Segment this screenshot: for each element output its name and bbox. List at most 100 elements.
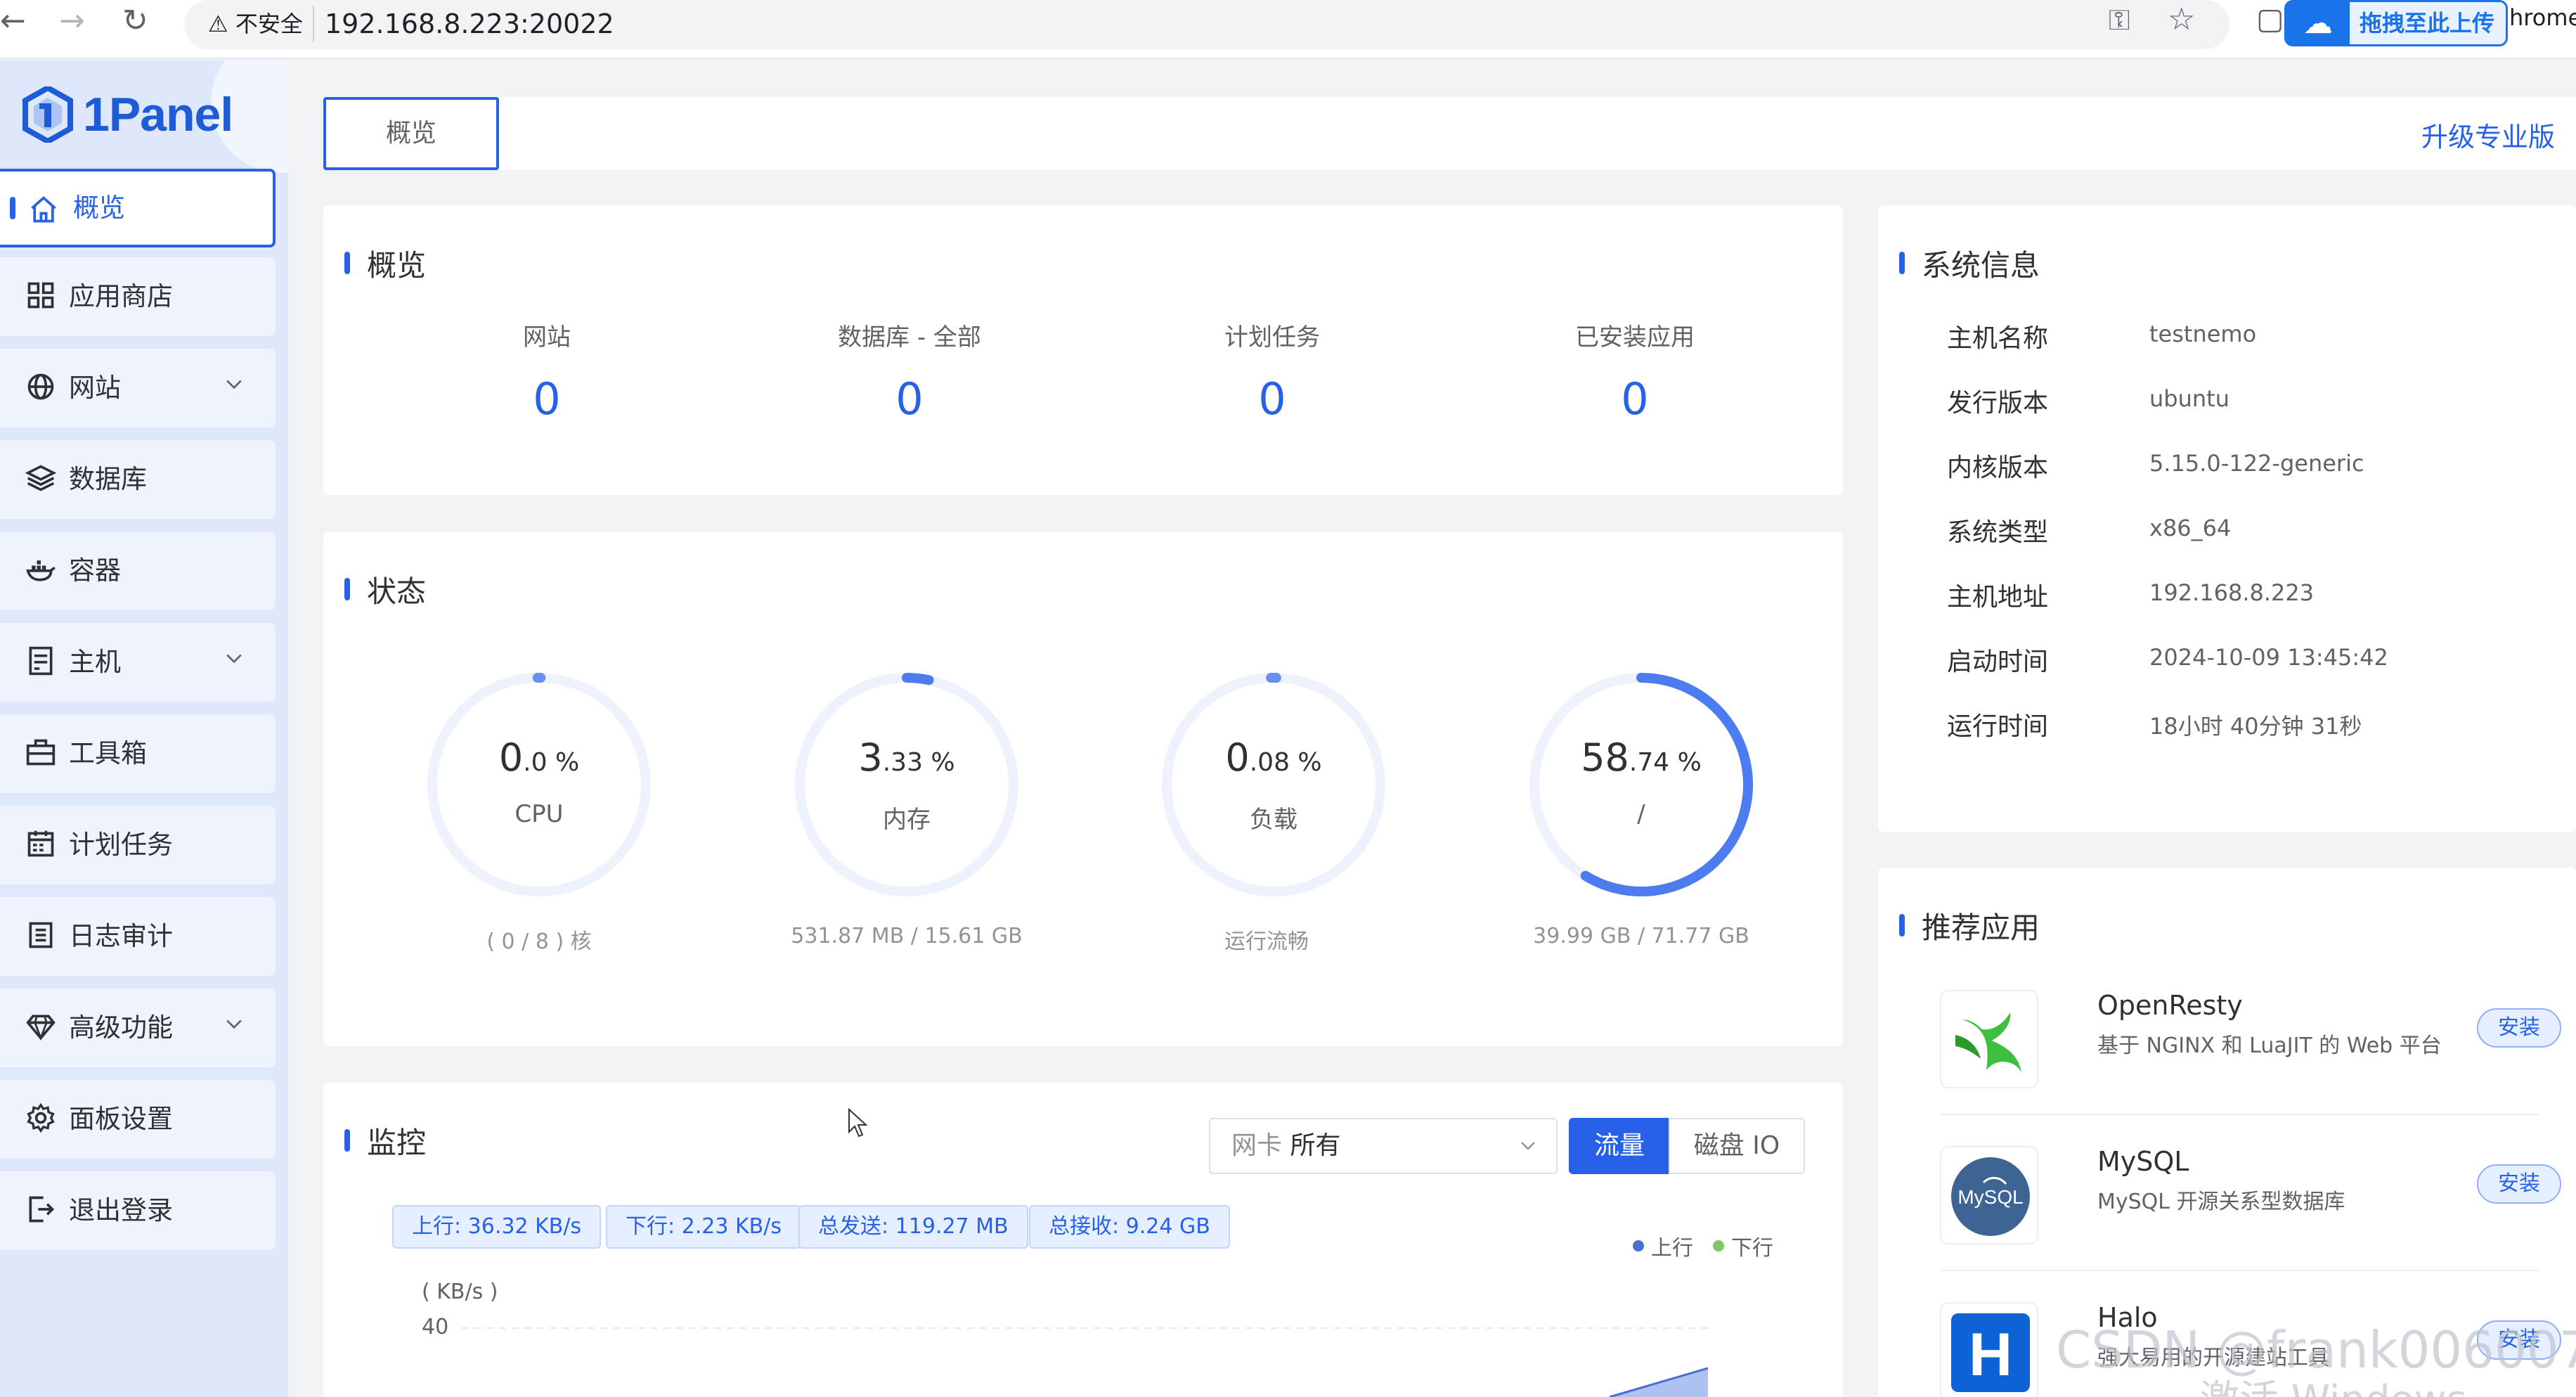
stat-label: 网站 — [523, 323, 571, 352]
info-row-hostname: 主机名称 testnemo — [1947, 318, 2256, 354]
sidebar-item-host[interactable]: 主机 — [0, 623, 276, 702]
logo-icon — [22, 86, 73, 143]
info-label: 主机名称 — [1947, 324, 2049, 353]
security-indicator[interactable]: ⚠ 不安全 — [198, 6, 314, 42]
info-value: testnemo — [2149, 321, 2257, 347]
gauge-memory[interactable]: 3.33 % 内存 — [787, 665, 1026, 904]
info-label: 系统类型 — [1947, 518, 2049, 547]
stat-label: 数据库 - 全部 — [838, 323, 981, 352]
sidebar-item-cron[interactable]: 计划任务 — [0, 806, 276, 884]
windows-activation-watermark: 激活 Windows — [2200, 1368, 2467, 1397]
back-arrow-icon[interactable]: ← — [0, 3, 26, 39]
browser-toolbar: ← → ↻ ⚠ 不安全 192.168.8.223:20022 ⚿ ☆ ▢ ☁ … — [0, 0, 2576, 59]
upload-label: 拖拽至此上传 — [2360, 10, 2495, 37]
gauge-track — [1162, 673, 1385, 896]
sidebar-item-logs[interactable]: 日志审计 — [0, 897, 276, 976]
system-info-card: 系统信息 主机名称 testnemo 发行版本 ubuntu 内核版本 5.15.0-… — [1878, 205, 2576, 832]
docker-icon — [26, 560, 56, 581]
gauge-value: 3.33 % — [858, 735, 955, 780]
sidebar-item-logout[interactable]: 退出登录 — [0, 1171, 276, 1250]
sidebar-item-databases[interactable]: 数据库 — [0, 440, 276, 519]
app-name: MySQL — [2097, 1146, 2189, 1177]
gauge-track — [427, 673, 651, 896]
layers-icon — [25, 465, 56, 491]
stat-label: 计划任务 — [1224, 323, 1320, 352]
mouse-cursor-icon — [848, 1108, 868, 1138]
url-text[interactable]: 192.168.8.223:20022 — [325, 3, 614, 45]
chevron-down-icon — [226, 654, 242, 664]
gauge-label: / — [1637, 800, 1645, 828]
forward-arrow-icon[interactable]: → — [59, 3, 85, 39]
info-value: 2024-10-09 13:45:42 — [2149, 644, 2388, 671]
star-icon[interactable]: ☆ — [2168, 1, 2195, 37]
tab-bar: 概览 — [323, 97, 2576, 170]
sidebar-item-toolbox[interactable]: 工具箱 — [0, 714, 276, 793]
install-button[interactable]: 安装 — [2477, 1008, 2561, 1048]
sidebar-item-websites[interactable]: 网站 — [0, 349, 276, 427]
insecure-label: 不安全 — [235, 11, 303, 37]
stat-value[interactable]: 0 — [1167, 373, 1378, 425]
stat-installed-apps[interactable]: 已安装应用 0 — [1529, 318, 1740, 425]
tab-overview[interactable]: 概览 — [323, 97, 499, 170]
app-name: OpenResty — [2097, 990, 2243, 1021]
server-icon — [29, 646, 53, 676]
divider — [1941, 1270, 2539, 1271]
sidebar-item-label: 网站 — [69, 373, 121, 403]
stat-value[interactable]: 0 — [804, 373, 1015, 425]
sidebar-item-app-store[interactable]: 应用商店 — [0, 257, 276, 336]
sidebar-item-advanced[interactable]: 高级功能 — [0, 989, 276, 1067]
gauge-footer: 运行流畅 — [1224, 929, 1309, 954]
gauge-track — [795, 673, 1018, 896]
log-icon — [29, 922, 53, 948]
chevron-down-icon — [226, 380, 242, 390]
card-title: 系统信息 — [1898, 242, 2040, 285]
stat-databases[interactable]: 数据库 - 全部 0 — [804, 318, 1015, 425]
app-description: MySQL 开源关系型数据库 — [2097, 1190, 2345, 1214]
info-value: 192.168.8.223 — [2149, 579, 2315, 606]
sidebar: 1Panel 概览 应用商店 网站 数据库 容器 主机 工具箱 计划任务 日志审… — [0, 60, 288, 1397]
sidebar-item-label: 主机 — [69, 647, 121, 677]
gauge-disk[interactable]: 58.74 % / — [1522, 665, 1761, 904]
openresty-icon — [1940, 990, 2038, 1088]
gauge-arc — [1580, 673, 1753, 896]
extension-icon[interactable]: ▢ — [2256, 1, 2284, 36]
info-label: 内核版本 — [1947, 453, 2049, 482]
sidebar-item-label: 工具箱 — [69, 738, 147, 768]
info-value: x86_64 — [2149, 515, 2232, 541]
gauge-label: 负载 — [1250, 806, 1297, 834]
upload-drop-zone[interactable]: ☁ 拖拽至此上传 — [2284, 0, 2508, 46]
browser-label: hrome — [2509, 4, 2576, 31]
globe-icon — [27, 373, 54, 400]
gauge-label: 内存 — [883, 806, 931, 834]
diamond-icon — [26, 1015, 56, 1041]
app-mysql[interactable]: MySQL MySQL MySQL 开源关系型数据库 安装 — [1940, 1146, 2561, 1280]
calendar-icon — [27, 830, 54, 857]
sidebar-item-label: 日志审计 — [69, 921, 173, 951]
info-label: 发行版本 — [1947, 389, 2049, 418]
svg-text:H: H — [1969, 1321, 2012, 1389]
stat-value[interactable]: 0 — [1529, 373, 1740, 425]
info-row-address: 主机地址 192.168.8.223 — [1947, 577, 2314, 613]
recommended-apps-card: 推荐应用 OpenResty 基于 NGINX 和 LuaJIT 的 Web 平… — [1878, 868, 2576, 1397]
key-icon[interactable]: ⚿ — [2109, 4, 2130, 37]
stat-value[interactable]: 0 — [441, 373, 652, 425]
sidebar-item-label: 高级功能 — [69, 1012, 173, 1043]
sidebar-item-settings[interactable]: 面板设置 — [0, 1080, 276, 1159]
sidebar-item-label: 容器 — [69, 555, 121, 586]
card-title: 状态 — [344, 568, 426, 611]
info-value: ubuntu — [2149, 385, 2229, 412]
stat-label: 已安装应用 — [1575, 323, 1695, 352]
stat-cron-jobs[interactable]: 计划任务 0 — [1167, 318, 1378, 425]
logo[interactable]: 1Panel — [22, 83, 233, 146]
gauge-cpu[interactable]: 0.0 % CPU — [420, 665, 659, 904]
gauge-load[interactable]: 0.08 % 负载 — [1154, 665, 1393, 904]
status-card: 状态 0.0 % CPU ( 0 / 8 ) 核 3.33 % 内存 531.8… — [323, 532, 1843, 1046]
upgrade-link[interactable]: 升级专业版 — [2421, 115, 2555, 154]
sidebar-item-containers[interactable]: 容器 — [0, 532, 276, 610]
install-button[interactable]: 安装 — [2477, 1164, 2561, 1204]
reload-icon[interactable]: ↻ — [122, 3, 148, 39]
app-openresty[interactable]: OpenResty 基于 NGINX 和 LuaJIT 的 Web 平台 安装 — [1940, 990, 2561, 1124]
sidebar-item-label: 面板设置 — [69, 1104, 173, 1134]
stat-websites[interactable]: 网站 0 — [441, 318, 652, 425]
sidebar-item-overview[interactable]: 概览 — [0, 169, 276, 247]
